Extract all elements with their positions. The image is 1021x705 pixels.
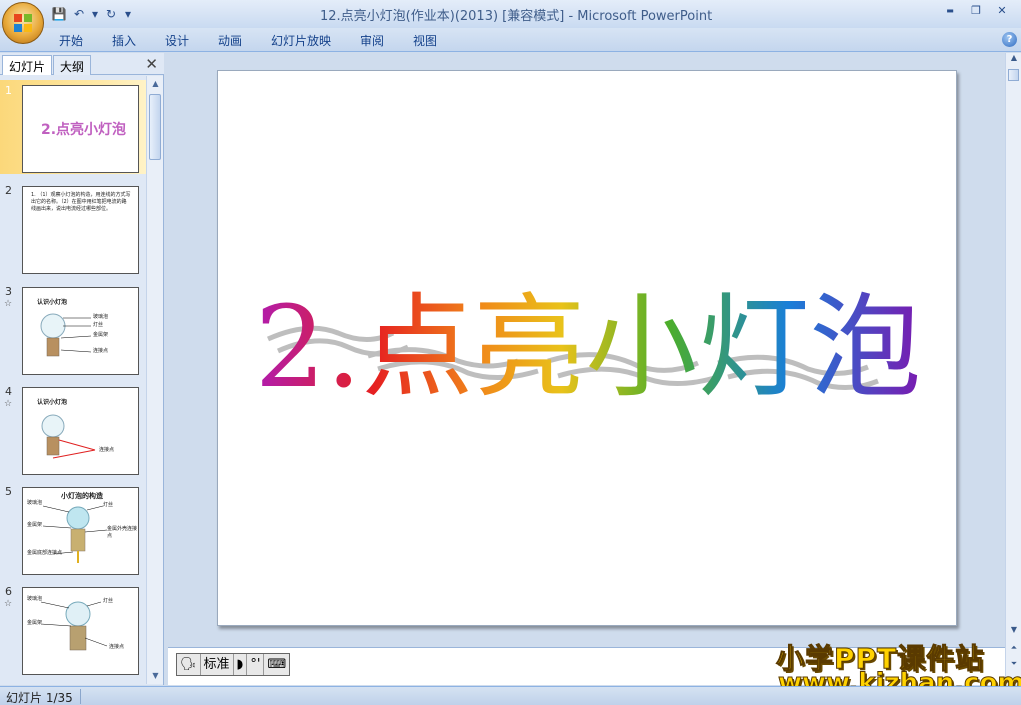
slide-number: 3 bbox=[5, 285, 12, 298]
animation-star-icon: ☆ bbox=[4, 399, 13, 409]
thumb-label: 玻璃泡 bbox=[93, 314, 109, 320]
slide-number: 2 bbox=[5, 184, 12, 197]
app-name: Microsoft PowerPoint bbox=[577, 9, 713, 24]
window-controls: ▬ ❐ ✕ bbox=[937, 2, 1015, 20]
thumb-label: 金属架 bbox=[27, 522, 43, 528]
tab-view[interactable]: 视图 bbox=[413, 32, 437, 49]
slide-thumb-image: 1. （1）观察小灯泡的构造，用连线的方式写出它的名称。（2）在图中用红笔把电流… bbox=[22, 186, 139, 274]
slide-thumbnail-2[interactable]: 2 1. （1）观察小灯泡的构造，用连线的方式写出它的名称。（2）在图中用红笔把… bbox=[0, 180, 146, 274]
window-title: 12.点亮小灯泡(作业本)(2013) [兼容模式] - Microsoft P… bbox=[320, 5, 712, 24]
scroll-down-icon[interactable]: ▼ bbox=[147, 668, 164, 684]
ime-mode[interactable]: 标准 bbox=[201, 654, 234, 675]
panel-close-icon[interactable]: ✕ bbox=[145, 55, 158, 73]
undo-dropdown-icon[interactable]: ▾ bbox=[90, 5, 100, 23]
thumb-label: 玻璃泡 bbox=[27, 596, 43, 602]
thumb-label: 金属底部连接点 bbox=[27, 550, 63, 556]
status-bar: 幻灯片 1/35 bbox=[0, 686, 1021, 705]
panel-scrollbar[interactable]: ▲ ▼ bbox=[146, 76, 163, 684]
slide-thumbnail-6[interactable]: 6 ☆ 玻璃泡 灯丝 金属架 连接点 bbox=[0, 581, 146, 675]
bulb-diagram bbox=[40, 313, 92, 357]
main-scrollbar[interactable]: ▲ ▼ ⏶ ⏷ bbox=[1005, 53, 1021, 685]
thumb-title: 2.点亮小灯泡 bbox=[41, 122, 127, 138]
thumb-label: 连接点 bbox=[109, 644, 125, 650]
redo-icon[interactable]: ↻ bbox=[102, 5, 120, 23]
current-slide[interactable]: 2.点亮小灯泡 bbox=[217, 70, 957, 626]
office-logo-icon bbox=[14, 14, 32, 32]
tab-slideshow[interactable]: 幻灯片放映 bbox=[271, 32, 331, 49]
slide-thumbnails: 1 2.点亮小灯泡 2 1. （1）观察小灯泡的构造，用连线的方式写出它的名称。… bbox=[0, 76, 146, 684]
tab-slides[interactable]: 幻灯片 bbox=[2, 55, 53, 75]
slide-thumbnail-3[interactable]: 3 ☆ 认识小灯泡 玻璃泡 灯丝 金属架 连接点 bbox=[0, 281, 146, 375]
thumb-label: 金属架 bbox=[27, 620, 43, 626]
slide-thumbnail-1[interactable]: 1 2.点亮小灯泡 bbox=[0, 80, 146, 174]
save-icon[interactable]: 💾 bbox=[50, 5, 68, 23]
thumb-label: 灯丝 bbox=[103, 598, 114, 604]
minimize-button[interactable]: ▬ bbox=[937, 2, 963, 20]
slide-thumbnail-5[interactable]: 5 小灯泡的构造 玻璃泡 灯丝 金属架 金属外壳连接点 金属底部连接点 bbox=[0, 481, 146, 575]
thumb-text: 1. （1）观察小灯泡的构造，用连线的方式写出它的名称。（2）在图中用红笔把电流… bbox=[31, 192, 131, 212]
slide-thumb-image: 小灯泡的构造 玻璃泡 灯丝 金属架 金属外壳连接点 金属底部连接点 bbox=[22, 487, 139, 575]
restore-button[interactable]: ❐ bbox=[963, 2, 989, 20]
ime-logo-icon[interactable]: 🗣 bbox=[177, 654, 201, 675]
soft-keyboard-icon[interactable]: ⌨ bbox=[264, 654, 289, 675]
bulb-diagram bbox=[41, 414, 96, 459]
tab-animation[interactable]: 动画 bbox=[218, 32, 242, 49]
tab-insert[interactable]: 插入 bbox=[112, 32, 136, 49]
thumb-label: 灯丝 bbox=[93, 322, 104, 328]
office-button[interactable] bbox=[2, 2, 44, 44]
customize-qat-icon[interactable]: ▾ bbox=[122, 5, 134, 23]
slide-thumb-image: 认识小灯泡 玻璃泡 灯丝 金属架 连接点 bbox=[22, 287, 139, 375]
slides-panel: 幻灯片 大纲 ✕ 1 2.点亮小灯泡 2 1. （1）观察小灯泡的构造，用连线的… bbox=[0, 53, 164, 685]
thumb-label: 玻璃泡 bbox=[27, 500, 43, 506]
animation-star-icon: ☆ bbox=[4, 299, 13, 309]
scroll-thumb[interactable] bbox=[1008, 69, 1019, 81]
thumb-label: 灯丝 bbox=[103, 502, 114, 508]
thumb-label: 连接点 bbox=[93, 348, 109, 354]
ime-toolbar: 🗣 标准 ◗ °' ⌨ bbox=[176, 653, 291, 676]
previous-slide-icon[interactable]: ⏶ bbox=[1006, 643, 1021, 657]
slide-counter: 幻灯片 1/35 bbox=[6, 691, 73, 705]
slide-thumb-image: 2.点亮小灯泡 bbox=[22, 85, 139, 173]
tab-home[interactable]: 开始 bbox=[59, 32, 83, 49]
slide-title-art: 2.点亮小灯泡 bbox=[255, 283, 922, 413]
scroll-up-icon[interactable]: ▲ bbox=[147, 76, 164, 92]
slide-thumb-image: 认识小灯泡 连接点 bbox=[22, 387, 139, 475]
panel-tabs: 幻灯片 大纲 ✕ bbox=[0, 53, 164, 75]
help-icon[interactable]: ? bbox=[1002, 32, 1017, 47]
animation-star-icon: ☆ bbox=[4, 599, 13, 609]
quick-access-toolbar: 💾 ↶ ▾ ↻ ▾ bbox=[50, 4, 134, 24]
ribbon-tabs: 开始 插入 设计 动画 幻灯片放映 审阅 视图 ? bbox=[0, 28, 1021, 52]
title-bar: 💾 ↶ ▾ ↻ ▾ 12.点亮小灯泡(作业本)(2013) [兼容模式] - M… bbox=[0, 0, 1021, 44]
document-title: 12.点亮小灯泡(作业本)(2013) [兼容模式] bbox=[320, 9, 565, 24]
undo-icon[interactable]: ↶ bbox=[70, 5, 88, 23]
slide-thumb-image: 玻璃泡 灯丝 金属架 连接点 bbox=[22, 587, 139, 675]
slide-number: 4 bbox=[5, 385, 12, 398]
scroll-down-icon[interactable]: ▼ bbox=[1006, 625, 1021, 639]
punctuation-icon[interactable]: °' bbox=[247, 654, 265, 675]
slide-editor: 2.点亮小灯泡 bbox=[168, 53, 1005, 645]
slide-title: 2.点亮小灯泡 bbox=[255, 283, 922, 413]
half-width-icon[interactable]: ◗ bbox=[234, 654, 248, 675]
tab-review[interactable]: 审阅 bbox=[360, 32, 384, 49]
thumb-label: 连接点 bbox=[99, 447, 115, 453]
slide-thumbnail-4[interactable]: 4 ☆ 认识小灯泡 连接点 bbox=[0, 381, 146, 475]
title-separator: - bbox=[564, 9, 578, 24]
scroll-thumb[interactable] bbox=[149, 94, 161, 160]
slide-number: 1 bbox=[5, 84, 12, 97]
scroll-up-icon[interactable]: ▲ bbox=[1006, 53, 1021, 67]
slide-number: 5 bbox=[5, 485, 12, 498]
slide-number: 6 bbox=[5, 585, 12, 598]
tab-design[interactable]: 设计 bbox=[165, 32, 189, 49]
tab-outline[interactable]: 大纲 bbox=[53, 55, 92, 75]
thumb-label: 金属架 bbox=[93, 332, 109, 338]
status-divider bbox=[80, 689, 81, 704]
thumb-label: 金属外壳连接点 bbox=[107, 526, 138, 539]
close-button[interactable]: ✕ bbox=[989, 2, 1015, 20]
